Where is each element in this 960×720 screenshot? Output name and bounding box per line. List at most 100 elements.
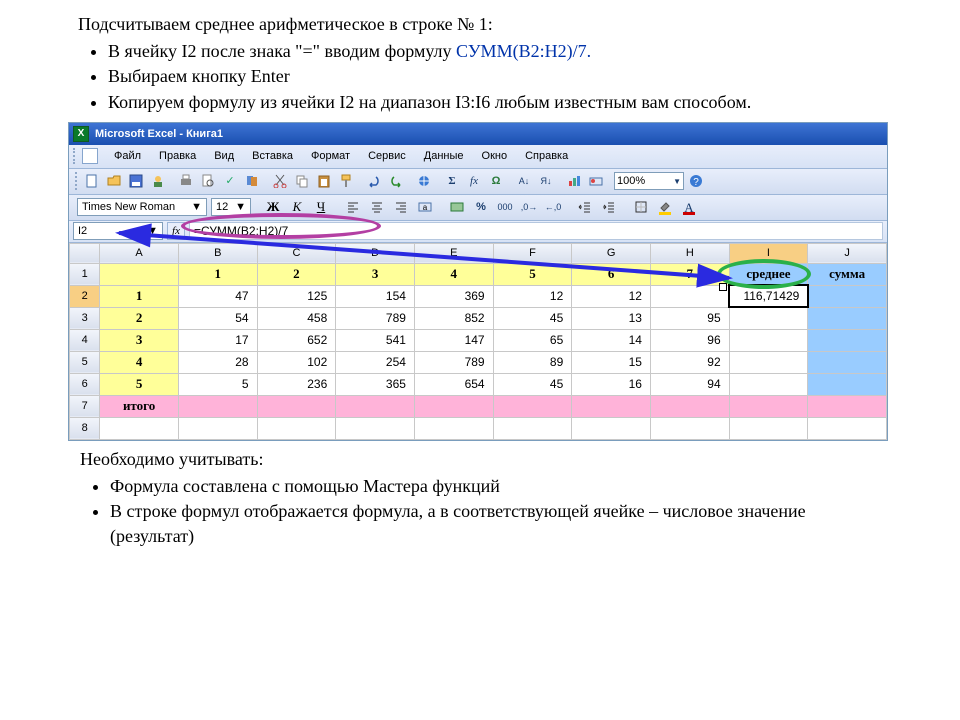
cell[interactable] xyxy=(808,351,887,373)
cell[interactable]: 96 xyxy=(650,329,729,351)
cell[interactable] xyxy=(729,395,808,417)
cell[interactable] xyxy=(100,263,179,285)
col-header[interactable]: G xyxy=(572,243,651,263)
new-icon[interactable] xyxy=(82,171,102,191)
select-all-corner[interactable] xyxy=(70,243,100,263)
cell[interactable]: 852 xyxy=(414,307,493,329)
align-right-icon[interactable] xyxy=(391,197,411,217)
italic-button[interactable]: К xyxy=(287,197,307,217)
cell[interactable] xyxy=(178,417,257,439)
cell[interactable]: 4 xyxy=(414,263,493,285)
cell[interactable]: 652 xyxy=(257,329,336,351)
cell[interactable]: 654 xyxy=(414,373,493,395)
print-icon[interactable] xyxy=(176,171,196,191)
save-icon[interactable] xyxy=(126,171,146,191)
cell[interactable]: 5 xyxy=(100,373,179,395)
menu-data[interactable]: Данные xyxy=(416,147,472,165)
cell[interactable] xyxy=(414,417,493,439)
cell[interactable]: 12 xyxy=(572,285,651,307)
menu-insert[interactable]: Вставка xyxy=(244,147,301,165)
cell[interactable]: 236 xyxy=(257,373,336,395)
cell-active[interactable]: 116,71429 xyxy=(729,285,808,307)
cell[interactable] xyxy=(650,395,729,417)
cell[interactable]: 45 xyxy=(493,307,572,329)
cell[interactable]: 7 xyxy=(650,263,729,285)
paste-icon[interactable] xyxy=(314,171,334,191)
cell[interactable] xyxy=(336,417,415,439)
cell[interactable]: 47 xyxy=(178,285,257,307)
cell[interactable]: 13 xyxy=(572,307,651,329)
row-header[interactable]: 8 xyxy=(70,417,100,439)
col-header[interactable]: H xyxy=(650,243,729,263)
copy-icon[interactable] xyxy=(292,171,312,191)
cell[interactable]: 14 xyxy=(572,329,651,351)
cell[interactable]: 1 xyxy=(178,263,257,285)
cell[interactable] xyxy=(808,329,887,351)
cell[interactable] xyxy=(808,307,887,329)
cell[interactable]: 147 xyxy=(414,329,493,351)
cell[interactable]: 365 xyxy=(336,373,415,395)
undo-icon[interactable] xyxy=(364,171,384,191)
cell[interactable]: 125 xyxy=(257,285,336,307)
chart-icon[interactable] xyxy=(564,171,584,191)
cell[interactable]: 95 xyxy=(650,307,729,329)
cell[interactable]: 54 xyxy=(178,307,257,329)
cell[interactable]: 2 xyxy=(257,263,336,285)
cell[interactable]: 789 xyxy=(414,351,493,373)
row-header[interactable]: 5 xyxy=(70,351,100,373)
spell-icon[interactable]: ✓ xyxy=(220,171,240,191)
currency-icon[interactable] xyxy=(447,197,467,217)
cell[interactable] xyxy=(572,395,651,417)
row-header[interactable]: 1 xyxy=(70,263,100,285)
col-header[interactable]: J xyxy=(808,243,887,263)
sort-asc-icon[interactable]: А↓ xyxy=(514,171,534,191)
cell[interactable]: сумма xyxy=(808,263,887,285)
cell[interactable] xyxy=(729,329,808,351)
dec-indent-icon[interactable] xyxy=(575,197,595,217)
cell[interactable] xyxy=(729,373,808,395)
menu-help[interactable]: Справка xyxy=(517,147,576,165)
menu-view[interactable]: Вид xyxy=(206,147,242,165)
euro-icon[interactable]: Ω xyxy=(486,171,506,191)
preview-icon[interactable] xyxy=(198,171,218,191)
cell[interactable]: 541 xyxy=(336,329,415,351)
cell[interactable] xyxy=(729,417,808,439)
cell[interactable]: 17 xyxy=(178,329,257,351)
hyperlink-icon[interactable] xyxy=(414,171,434,191)
col-header[interactable]: C xyxy=(257,243,336,263)
cell[interactable]: 2 xyxy=(100,307,179,329)
zoom-dropdown[interactable]: 100%▼ xyxy=(614,172,684,190)
menu-format[interactable]: Формат xyxy=(303,147,358,165)
cell[interactable]: 789 xyxy=(336,307,415,329)
menu-edit[interactable]: Правка xyxy=(151,147,204,165)
cell[interactable]: 102 xyxy=(257,351,336,373)
cell[interactable] xyxy=(650,285,729,307)
cell[interactable]: 5 xyxy=(178,373,257,395)
cell[interactable]: среднее xyxy=(729,263,808,285)
cell[interactable]: 92 xyxy=(650,351,729,373)
cell[interactable] xyxy=(414,395,493,417)
cell[interactable] xyxy=(808,417,887,439)
cell[interactable] xyxy=(729,307,808,329)
cell[interactable]: 154 xyxy=(336,285,415,307)
menu-window[interactable]: Окно xyxy=(474,147,516,165)
font-dropdown[interactable]: Times New Roman▼ xyxy=(77,198,207,216)
cell[interactable] xyxy=(572,417,651,439)
cell[interactable] xyxy=(808,395,887,417)
cell[interactable]: 254 xyxy=(336,351,415,373)
cell[interactable] xyxy=(178,395,257,417)
bold-button[interactable]: Ж xyxy=(263,197,283,217)
menu-tools[interactable]: Сервис xyxy=(360,147,414,165)
col-header[interactable]: B xyxy=(178,243,257,263)
cell[interactable]: 458 xyxy=(257,307,336,329)
col-header[interactable]: D xyxy=(336,243,415,263)
fill-handle-icon[interactable] xyxy=(719,283,727,291)
autosum-icon[interactable]: Σ xyxy=(442,171,462,191)
borders-icon[interactable] xyxy=(631,197,651,217)
cell[interactable]: 369 xyxy=(414,285,493,307)
help-icon[interactable]: ? xyxy=(686,171,706,191)
cell[interactable] xyxy=(336,395,415,417)
align-left-icon[interactable] xyxy=(343,197,363,217)
row-header[interactable]: 6 xyxy=(70,373,100,395)
col-header[interactable]: E xyxy=(414,243,493,263)
